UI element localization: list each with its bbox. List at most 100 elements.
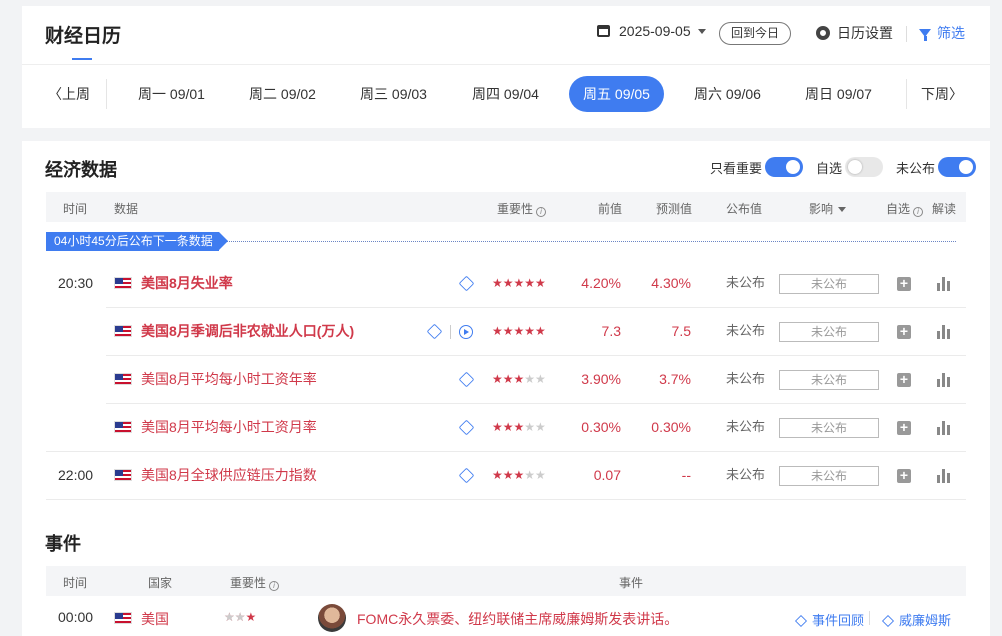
col-importance: 重要性 i [497,200,547,217]
table-row[interactable]: 美国8月季调后非农就业人口(万人) ★★★★★ 7.3 7.5 未公布 未公布 … [46,308,966,356]
filter-button[interactable]: 筛选 [919,23,965,43]
chevron-right-icon: 〉 [949,86,963,102]
cube-icon [794,614,808,628]
table-row[interactable]: 美国8月平均每小时工资月率 ★★★★★ 0.30% 0.30% 未公布 未公布 … [46,404,966,452]
info-icon: i [269,581,280,591]
week-nav: 〈上周 周一 09/01 周二 09/02 周三 09/03 周四 09/04 … [22,74,990,114]
cube-icon [881,614,895,628]
day-tab-thu[interactable]: 周四 09/04 [458,76,553,112]
indicator-name[interactable]: 美国8月平均每小时工资年率 [141,356,317,404]
forecast-value: 3.7% [659,371,691,387]
funnel-icon [919,29,931,41]
indicator-name[interactable]: 美国8月全球供应链压力指数 [141,452,317,500]
row-time: 20:30 [58,275,94,291]
calendar-icon [597,25,610,37]
person-link[interactable]: 威廉姆斯 [881,610,951,629]
day-tab-sun[interactable]: 周日 09/07 [791,76,886,112]
impact-box: 未公布 [779,370,879,390]
cube-icon[interactable] [426,323,443,340]
calendar-settings-button[interactable]: 日历设置 [816,23,893,43]
day-tab-mon[interactable]: 周一 09/01 [124,76,219,112]
date-picker[interactable]: 2025-09-05 [597,23,706,39]
day-tab-wed[interactable]: 周三 09/03 [346,76,441,112]
bar-chart-icon[interactable] [937,276,951,291]
col-importance: 重要性 i [230,574,280,591]
chevron-left-icon: 〈 [48,86,62,102]
chevron-down-icon [838,207,847,212]
day-tab-sat[interactable]: 周六 09/06 [680,76,775,112]
cube-icon[interactable] [458,275,475,292]
bar-chart-icon[interactable] [937,372,951,387]
forecast-value: 4.30% [651,275,691,291]
econ-table-header: 时间 数据 重要性 i 前值 预测值 公布值 影响 自选 i 解读 [46,192,966,222]
plus-icon[interactable]: + [897,324,911,339]
divider [46,499,966,500]
event-time: 00:00 [58,609,94,625]
impact-box: 未公布 [779,322,879,342]
table-row[interactable]: 22:00 美国8月全球供应链压力指数 ★★★★★ 0.07 -- 未公布 未公… [46,452,966,500]
plus-icon[interactable]: + [897,372,911,387]
event-review-link[interactable]: 事件回顾 [794,610,864,629]
event-row[interactable]: 00:00 美国 ★★★ ★★ FOMC永久票委、纽约联储主席威廉姆斯发表讲话。 … [46,600,966,636]
selected-date: 2025-09-05 [619,23,691,39]
cube-icon[interactable] [458,419,475,436]
next-week-button[interactable]: 下周〉 [921,74,963,114]
countdown-banner: 04小时45分后公布下一条数据 [46,232,228,251]
us-flag-icon [114,325,132,337]
plus-icon[interactable]: + [897,276,911,291]
day-tab-tue[interactable]: 周二 09/02 [235,76,330,112]
unpublished-toggle[interactable] [938,157,977,177]
indicator-name[interactable]: 美国8月平均每小时工资月率 [141,404,317,452]
gear-icon [816,26,830,40]
importance-stars: ★★★★★ [492,372,546,386]
col-impact-sort[interactable]: 影响 [809,200,847,217]
divider [22,64,990,65]
table-row[interactable]: 美国8月平均每小时工资年率 ★★★★★ 3.90% 3.7% 未公布 未公布 + [46,356,966,404]
page-title: 财经日历 [45,26,122,47]
events-section-title: 事件 [45,534,81,554]
col-data: 数据 [114,202,139,216]
plus-icon[interactable]: + [897,420,911,435]
previous-value: 4.20% [581,275,621,291]
row-time: 22:00 [58,467,94,483]
info-icon: i [536,207,547,217]
col-forecast: 预测值 [656,202,693,216]
title-underline [72,58,92,60]
back-to-today-button[interactable]: 回到今日 [719,22,791,45]
plus-icon[interactable]: + [897,468,911,483]
econ-toggles: 只看重要 自选 未公布 [710,157,977,177]
watchlist-toggle[interactable] [845,157,884,177]
event-text[interactable]: FOMC永久票委、纽约联储主席威廉姆斯发表讲话。 [357,609,678,629]
importance-stars: ★★★★★ [492,276,546,290]
event-country: 美国 [141,611,169,627]
indicator-name[interactable]: 美国8月季调后非农就业人口(万人) [141,308,354,356]
forecast-value: -- [681,467,691,483]
col-event: 事件 [619,576,644,590]
forecast-value: 7.5 [671,323,691,339]
day-tab-fri[interactable]: 周五 09/05 [569,76,664,112]
cube-icon[interactable] [458,467,475,484]
calendar-header: 财经日历 2025-09-05 回到今日 日历设置 筛选 [22,6,990,60]
bar-chart-icon[interactable] [937,468,951,483]
toggle-label-unpublished: 未公布 [896,160,936,176]
cube-icon[interactable] [458,371,475,388]
importance-stars: ★★★★★ [492,324,546,338]
important-only-toggle[interactable] [765,157,804,177]
play-icon[interactable] [459,325,473,339]
bar-chart-icon[interactable] [937,420,951,435]
bar-chart-icon[interactable] [937,324,951,339]
indicator-name[interactable]: 美国8月失业率 [141,260,233,308]
info-icon: i [913,207,924,217]
divider [906,26,907,42]
us-flag-icon [114,421,132,433]
col-watch: 自选 i [886,200,924,217]
econ-section-title: 经济数据 [45,160,117,180]
divider [869,611,870,625]
table-row[interactable]: 20:30 美国8月失业率 ★★★★★ 4.20% 4.30% 未公布 未公布 … [46,260,966,308]
col-previous: 前值 [598,202,623,216]
events-table-header: 时间 国家 重要性 i 事件 [46,566,966,596]
prev-week-button[interactable]: 〈上周 [48,74,90,114]
divider [906,79,907,109]
previous-value: 0.30% [581,419,621,435]
avatar [318,604,346,632]
